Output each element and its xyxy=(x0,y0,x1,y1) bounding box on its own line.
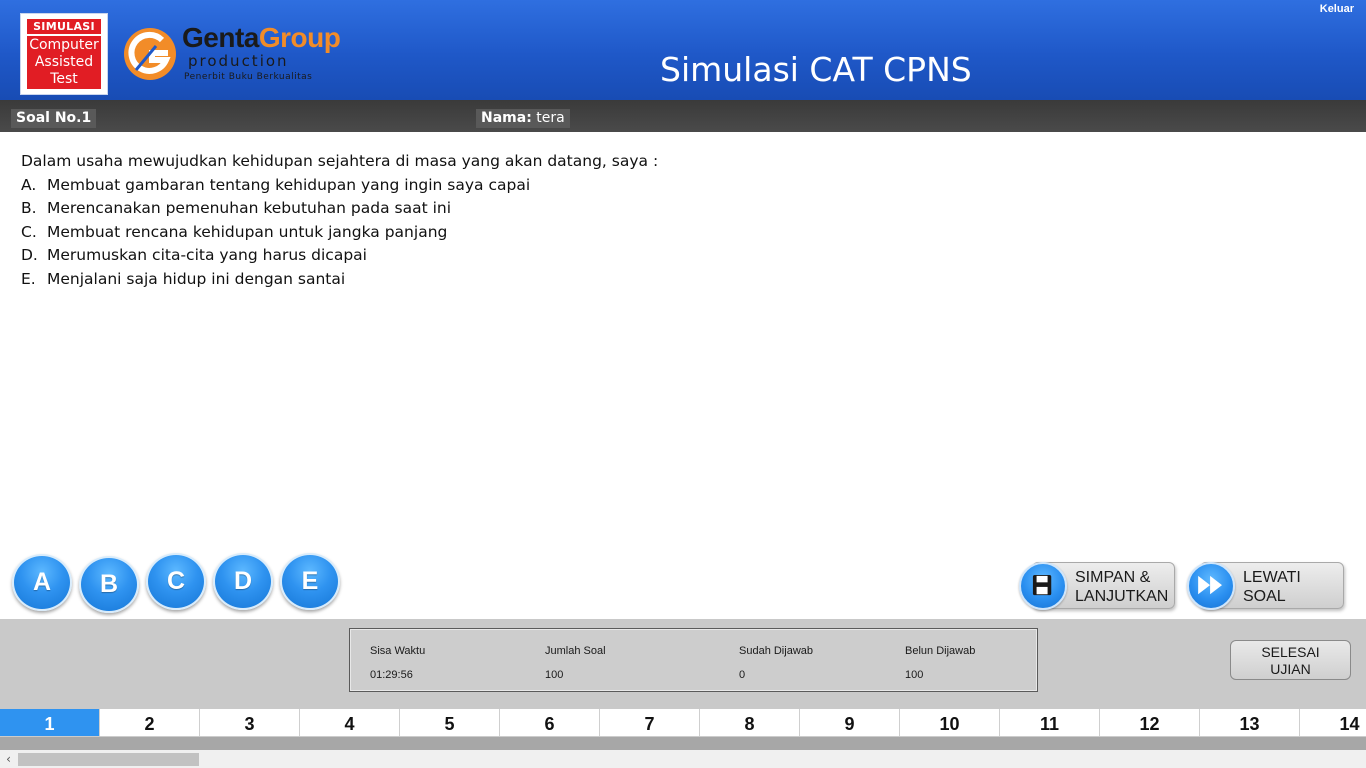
option-b: B. Merencanakan pemenuhan kebutuhan pada… xyxy=(21,197,1351,221)
option-letter: B. xyxy=(21,199,37,217)
cat-logo-line3: Test xyxy=(50,71,78,87)
horizontal-scrollbar[interactable]: ‹ xyxy=(0,750,1366,768)
info-bar: Soal No.1 Nama: tera xyxy=(0,100,1366,132)
scroll-left-icon[interactable]: ‹ xyxy=(0,750,17,768)
save-continue-button[interactable]: SIMPAN & LANJUTKAN xyxy=(1019,562,1175,610)
logout-link[interactable]: Keluar xyxy=(1320,3,1354,15)
question-nav-item-10[interactable]: 10 xyxy=(900,709,1000,736)
question-nav-item-4[interactable]: 4 xyxy=(300,709,400,736)
nav-divider xyxy=(0,737,1366,750)
answer-c-button[interactable]: C xyxy=(146,553,206,610)
skip-question-button[interactable]: LEWATI SOAL xyxy=(1187,562,1344,610)
question-nav-item-8[interactable]: 8 xyxy=(700,709,800,736)
answer-e-button[interactable]: E xyxy=(280,553,340,610)
option-letter: A. xyxy=(21,175,37,194)
question-nav-item-5[interactable]: 5 xyxy=(400,709,500,736)
app-title: Simulasi CAT CPNS xyxy=(660,50,972,89)
question-nav-item-2[interactable]: 2 xyxy=(100,709,200,736)
question-nav-item-12[interactable]: 12 xyxy=(1100,709,1200,736)
answered-label: Sudah Dijawab xyxy=(739,645,813,657)
total-questions-value: 100 xyxy=(545,669,564,681)
cat-logo-top: SIMULASI xyxy=(33,20,95,33)
question-nav-item-7[interactable]: 7 xyxy=(600,709,700,736)
question-nav-item-9[interactable]: 9 xyxy=(800,709,900,736)
unanswered-label: Belun Dijawab xyxy=(905,645,976,657)
question-nav-item-11[interactable]: 11 xyxy=(1000,709,1100,736)
finish-label-line2: UJIAN xyxy=(1270,661,1311,677)
floppy-disk-icon xyxy=(1019,562,1067,610)
fast-forward-icon xyxy=(1187,562,1235,610)
option-d: D. Merumuskan cita-cita yang harus dicap… xyxy=(21,244,1351,268)
option-text: Merencanakan pemenuhan kebutuhan pada sa… xyxy=(47,199,452,217)
question-nav-item-1[interactable]: 1 xyxy=(0,709,100,736)
option-letter: D. xyxy=(21,246,38,264)
finish-label-line1: SELESAI xyxy=(1261,644,1320,660)
unanswered-value: 100 xyxy=(905,669,924,681)
remaining-time-label: Sisa Waktu xyxy=(370,645,426,657)
total-questions-label: Jumlah Soal xyxy=(545,645,606,657)
app-header: SIMULASI Computer Assisted Test GentaGro… xyxy=(0,0,1366,100)
option-e: E. Menjalani saja hidup ini dengan santa… xyxy=(21,268,1351,292)
skip-label-line1: LEWATI xyxy=(1243,569,1301,586)
status-box: Sisa Waktu 01:29:56 Jumlah Soal 100 Suda… xyxy=(349,628,1038,692)
cat-logo: SIMULASI Computer Assisted Test xyxy=(21,14,107,94)
option-text: Merumuskan cita-cita yang harus dicapai xyxy=(47,246,367,264)
participant-label: Nama: xyxy=(481,110,532,126)
save-label-line2: LANJUTKAN xyxy=(1075,588,1169,605)
option-text: Membuat gambaran tentang kehidupan yang … xyxy=(47,175,531,194)
option-letter: C. xyxy=(21,222,37,241)
question-nav-item-14[interactable]: 14 xyxy=(1300,709,1366,736)
cat-logo-line2: Assisted xyxy=(34,54,94,70)
genta-tagline: Penerbit Buku Berkualitas xyxy=(184,72,313,82)
scroll-thumb[interactable] xyxy=(18,753,199,766)
option-text: Membuat rencana kehidupan untuk jangka p… xyxy=(47,222,448,241)
skip-label-line2: SOAL xyxy=(1243,588,1286,605)
genta-production: production xyxy=(188,52,289,70)
question-number: Soal No.1 xyxy=(11,109,97,128)
status-section: Sisa Waktu 01:29:56 Jumlah Soal 100 Suda… xyxy=(0,619,1366,709)
cat-logo-line1: Computer xyxy=(29,37,99,53)
answered-value: 0 xyxy=(739,669,746,681)
answer-b-button[interactable]: B xyxy=(79,556,139,613)
genta-group-logo: GentaGroup production Penerbit Buku Berk… xyxy=(122,22,342,86)
genta-logo-mark-icon xyxy=(124,28,176,80)
option-letter: E. xyxy=(21,269,36,288)
option-a: A. Membuat gambaran tentang kehidupan ya… xyxy=(21,174,1351,198)
finish-exam-button[interactable]: SELESAI UJIAN xyxy=(1230,640,1351,680)
answer-a-button[interactable]: A xyxy=(12,554,72,611)
participant-value: tera xyxy=(536,110,565,126)
remaining-time-value: 01:29:56 xyxy=(370,669,413,681)
option-c: C. Membuat rencana kehidupan untuk jangk… xyxy=(21,221,1351,245)
option-text: Menjalani saja hidup ini dengan santai xyxy=(47,269,346,288)
save-label-line1: SIMPAN & xyxy=(1075,569,1151,586)
question-area: Dalam usaha mewujudkan kehidupan sejahte… xyxy=(21,150,1351,291)
question-nav-item-3[interactable]: 3 xyxy=(200,709,300,736)
answer-d-button[interactable]: D xyxy=(213,553,273,610)
group-word: Group xyxy=(258,22,341,53)
question-text: Dalam usaha mewujudkan kehidupan sejahte… xyxy=(21,152,659,170)
question-nav: 1 2 3 4 5 6 7 8 9 10 11 12 13 14 xyxy=(0,709,1366,737)
participant-name: Nama: tera xyxy=(476,109,570,128)
genta-word: Genta xyxy=(182,22,259,53)
question-nav-item-6[interactable]: 6 xyxy=(500,709,600,736)
question-nav-item-13[interactable]: 13 xyxy=(1200,709,1300,736)
